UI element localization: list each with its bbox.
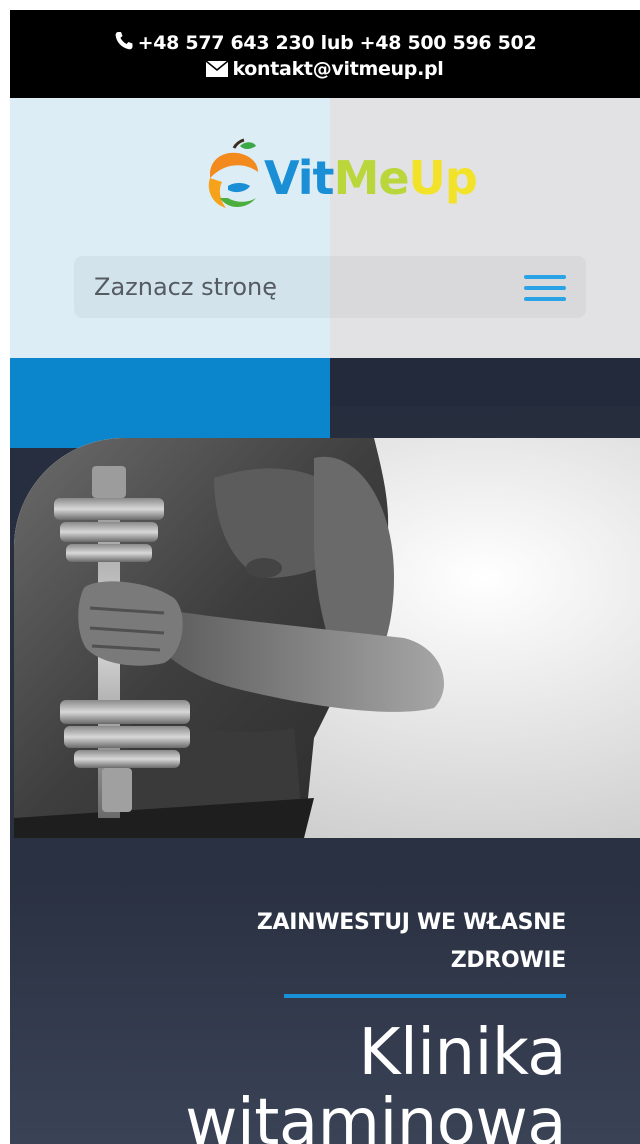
hero-kicker-line: ZDROWIE bbox=[450, 948, 567, 973]
phone-row[interactable]: +48 577 643 230 lub +48 500 596 502 bbox=[10, 30, 640, 56]
hamburger-line bbox=[524, 286, 566, 290]
fruit-logo-icon bbox=[208, 138, 258, 208]
envelope-icon bbox=[206, 61, 229, 77]
mobile-menu-select[interactable]: Zaznacz stronę bbox=[74, 256, 586, 318]
hero-dark-block bbox=[330, 358, 640, 406]
logo-part-me: Me bbox=[333, 151, 410, 205]
email-row[interactable]: kontakt@vitmeup.pl bbox=[10, 56, 640, 82]
logo-wordmark: VitMeUp bbox=[264, 150, 478, 206]
hamburger-menu-icon[interactable] bbox=[524, 275, 566, 301]
hero-title: Klinika witaminowa bbox=[10, 1018, 566, 1144]
hero-title-line: witaminowa bbox=[185, 1086, 566, 1144]
hero-title-line: Klinika bbox=[358, 1016, 566, 1090]
hamburger-line bbox=[524, 297, 566, 301]
hero-blue-block bbox=[10, 358, 330, 448]
logo-part-up: Up bbox=[408, 151, 478, 205]
hamburger-line bbox=[524, 275, 566, 279]
hero-image bbox=[14, 438, 640, 838]
muscular-man-dumbbell-photo bbox=[14, 438, 640, 838]
email-address: kontakt@vitmeup.pl bbox=[232, 58, 444, 80]
hero-accent-underline bbox=[284, 994, 566, 998]
phone-numbers: +48 577 643 230 lub +48 500 596 502 bbox=[137, 32, 537, 54]
mobile-menu-label: Zaznacz stronę bbox=[94, 273, 277, 301]
page: +48 577 643 230 lub +48 500 596 502 kont… bbox=[0, 0, 640, 1144]
contact-bar: +48 577 643 230 lub +48 500 596 502 kont… bbox=[10, 10, 640, 98]
logo-part-vit: Vit bbox=[264, 151, 335, 205]
hero-section: ZAINWESTUJ WE WŁASNE ZDROWIE Klinika wit… bbox=[10, 358, 640, 1144]
hero-kicker: ZAINWESTUJ WE WŁASNE ZDROWIE bbox=[146, 904, 566, 980]
site-header: VitMeUp Zaznacz stronę bbox=[10, 98, 640, 358]
phone-icon bbox=[115, 32, 133, 50]
hero-kicker-line: ZAINWESTUJ WE WŁASNE bbox=[256, 910, 566, 935]
site-logo[interactable]: VitMeUp bbox=[200, 138, 478, 214]
